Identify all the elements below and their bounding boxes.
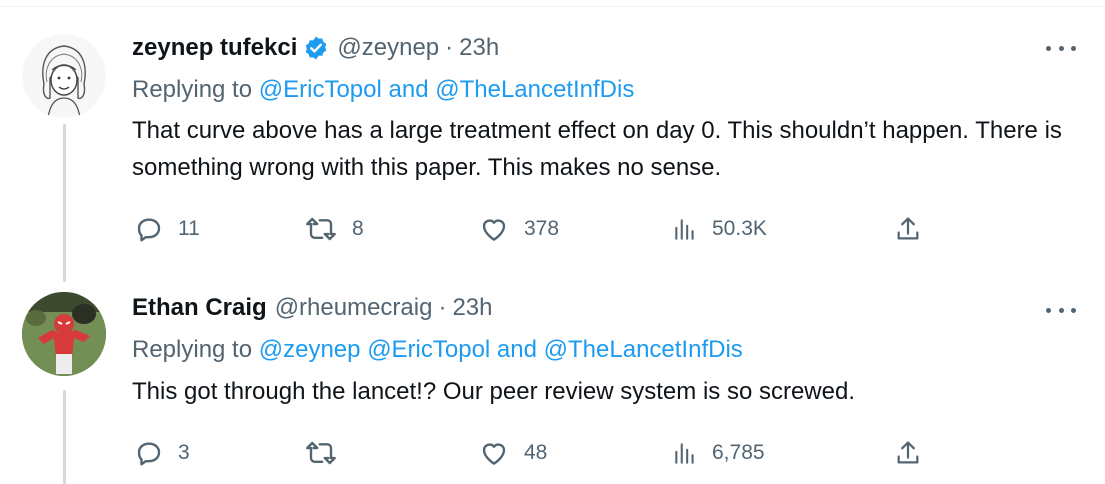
retweet-icon [304,438,338,468]
reply-count: 11 [178,217,200,240]
display-name[interactable]: Ethan Craig [132,294,267,322]
replying-to-label: Replying to [132,76,253,103]
replying-to-label: Replying to [132,336,253,363]
avatar[interactable] [22,292,106,376]
share-icon [894,438,922,468]
share-icon [894,214,922,244]
tweet-header: Ethan Craig @rheumecraig · 23h [132,294,493,322]
tweet[interactable]: Ethan Craig @rheumecraig · 23h Replying … [0,270,1105,484]
reply-count: 3 [178,441,190,464]
retweet-count: 8 [352,217,364,240]
mention-link[interactable]: @EricTopol [259,76,382,103]
reply-icon [134,214,164,244]
timestamp[interactable]: 23h [459,34,499,62]
avatar[interactable] [22,34,106,118]
more-icon[interactable] [1046,300,1076,320]
thread-connector-line [63,124,66,282]
mention-link[interactable]: @TheLancetInfDis [435,76,634,103]
views-count: 50.3K [712,217,767,240]
like-button[interactable]: 378 [478,214,559,244]
replying-to-connector: and [381,76,436,103]
retweet-button[interactable]: 8 [304,214,364,244]
views-button[interactable]: 50.3K [672,214,767,244]
views-button[interactable]: 6,785 [672,438,765,468]
tweet-text: That curve above has a large treatment e… [132,117,1062,181]
like-icon [478,214,510,244]
like-count: 378 [524,217,560,240]
handle[interactable]: @zeynep [337,34,439,62]
views-count: 6,785 [712,441,765,464]
tweet-header: zeynep tufekci @zeynep · 23h [132,34,499,62]
views-icon [672,438,698,468]
more-icon[interactable] [1046,38,1076,58]
tweet[interactable]: zeynep tufekci @zeynep · 23h Replying to… [0,0,1105,282]
views-icon [672,214,698,244]
separator: · [445,34,454,61]
like-count: 48 [524,441,548,464]
retweet-icon [304,214,338,244]
timestamp[interactable]: 23h [452,294,492,322]
replying-to: Replying to @EricTopol and @TheLancetInf… [132,76,634,104]
thread-connector-line [63,390,66,484]
separator: · [438,294,447,321]
like-icon [478,438,510,468]
tweet-text: This got through the lancet!? Our peer r… [132,378,855,405]
verified-badge-icon[interactable] [303,35,329,61]
reply-button[interactable]: 11 [134,214,200,244]
replying-to: Replying to @zeynep @EricTopol and @TheL… [132,336,743,364]
tweet-actions: 3 48 6,785 [132,438,932,468]
like-button[interactable]: 48 [478,438,547,468]
display-name[interactable]: zeynep tufekci [132,34,297,62]
mention-link[interactable]: @TheLancetInfDis [544,336,743,363]
mention-link[interactable]: @zeynep [259,336,361,363]
reply-icon [134,438,164,468]
replying-to-connector: and [490,336,544,363]
share-button[interactable] [894,214,922,244]
mention-link[interactable]: @EricTopol [367,336,490,363]
retweet-button[interactable] [304,438,352,468]
share-button[interactable] [894,438,922,468]
reply-button[interactable]: 3 [134,438,190,468]
tweet-actions: 11 8 378 50.3K [132,214,932,244]
handle[interactable]: @rheumecraig [275,294,433,322]
